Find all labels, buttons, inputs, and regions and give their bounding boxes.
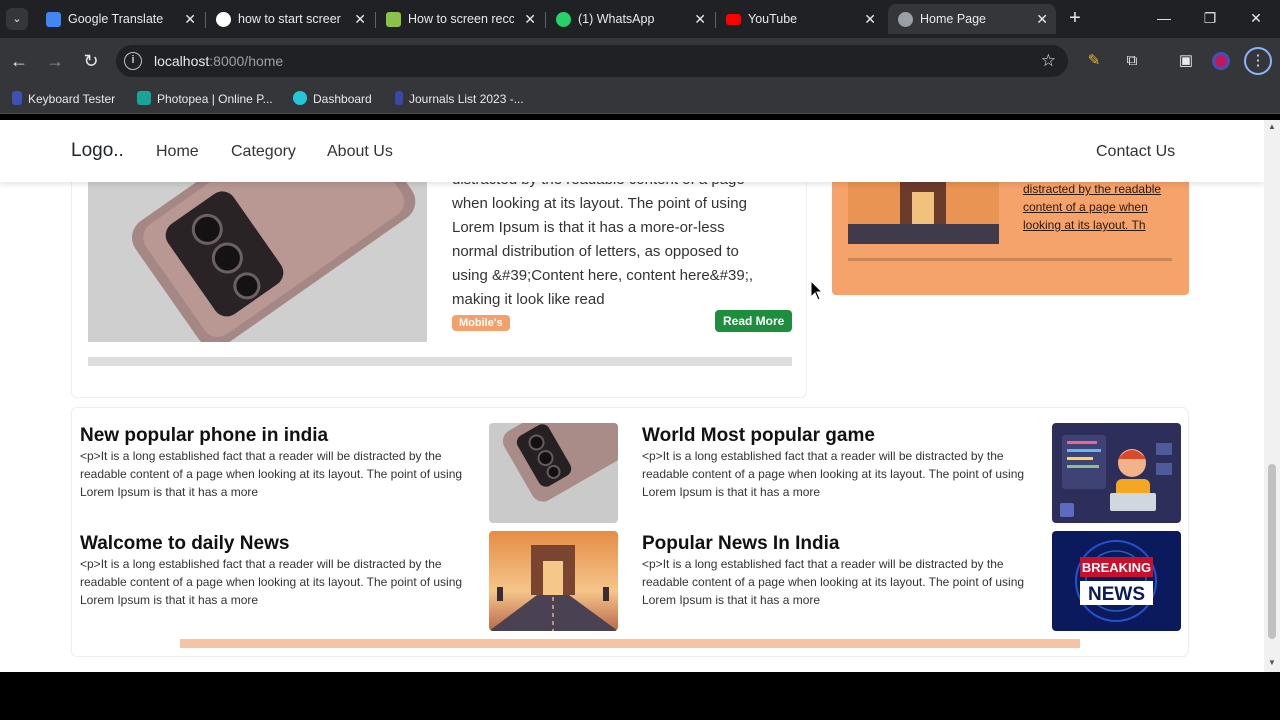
bookmark-icon <box>12 91 22 105</box>
menu-kebab-icon[interactable]: ⋮ <box>1244 47 1272 75</box>
news-excerpt: <p>It is a long established fact that a … <box>80 449 463 499</box>
close-tab-icon[interactable]: ✕ <box>694 4 706 34</box>
phone-image <box>88 180 427 342</box>
bookmark-star-icon[interactable]: ☆ <box>1041 49 1056 73</box>
restore-button[interactable]: ❐ <box>1196 6 1224 30</box>
tab-search-button[interactable]: ⌄ <box>6 8 28 30</box>
tab-youtube[interactable]: YouTube ✕ <box>716 4 884 34</box>
whatsapp-icon <box>556 12 571 27</box>
site-navbar: Logo.. Home Category About Us Contact Us <box>0 120 1264 182</box>
bookmark-icon <box>395 91 403 105</box>
url-text[interactable]: localhost:8000/home <box>154 45 283 77</box>
breaking-news-thumbnail[interactable]: BREAKING NEWS <box>1052 531 1181 631</box>
breaking-label: BREAKING <box>1082 560 1151 575</box>
address-bar[interactable]: i localhost:8000/home ☆ <box>116 45 1068 77</box>
close-tab-icon[interactable]: ✕ <box>354 4 366 34</box>
news-title[interactable]: New popular phone in india <box>80 425 328 447</box>
nav-category[interactable]: Category <box>231 143 296 161</box>
news-title[interactable]: World Most popular game <box>642 425 875 447</box>
india-gate-thumbnail <box>848 178 999 244</box>
bookmark-keyboard-tester[interactable]: Keyboard Tester <box>12 90 115 108</box>
bookmark-photopea[interactable]: Photopea | Online P... <box>137 90 273 108</box>
reload-button[interactable]: ↻ <box>79 49 103 73</box>
category-tag[interactable]: Mobile's <box>452 315 510 331</box>
tab-how-to-start[interactable]: how to start screer ✕ <box>206 4 374 34</box>
page-viewport: Logo.. Home Category About Us Contact Us… <box>0 120 1264 672</box>
close-tab-icon[interactable]: ✕ <box>184 4 196 34</box>
scroll-up-arrow[interactable]: ▲ <box>1264 122 1280 131</box>
nav-contact-us[interactable]: Contact Us <box>1096 143 1175 161</box>
bookmark-dashboard[interactable]: Dashboard <box>293 90 372 108</box>
news-excerpt: <p>It is a long established fact that a … <box>642 449 1025 499</box>
new-tab-button[interactable]: + <box>1066 6 1084 30</box>
close-window-button[interactable]: ✕ <box>1242 6 1270 30</box>
tab-how-to-screen-record[interactable]: How to screen recc ✕ <box>376 4 544 34</box>
close-tab-icon[interactable]: ✕ <box>524 4 536 34</box>
globe-icon <box>898 12 913 27</box>
profile-avatar[interactable] <box>1209 49 1233 73</box>
horizontal-scrollbar[interactable] <box>88 357 792 366</box>
developer-thumbnail[interactable] <box>1052 423 1181 523</box>
side-divider <box>848 258 1172 261</box>
site-logo[interactable]: Logo.. <box>71 140 124 162</box>
browser-toolbar: ← → ↻ i localhost:8000/home ☆ ✎ ⧉ ▣ ⋮ <box>0 38 1280 84</box>
site-info-icon[interactable]: i <box>124 52 142 70</box>
featured-excerpt: distracted by the readable content of a … <box>452 171 754 308</box>
puzzle-extensions-icon[interactable]: ⧉ <box>1120 49 1144 73</box>
close-tab-icon[interactable]: ✕ <box>1036 4 1048 34</box>
bookmark-icon <box>137 91 151 105</box>
tab-whatsapp[interactable]: (1) WhatsApp ✕ <box>546 4 714 34</box>
news-title[interactable]: Walcome to daily News <box>80 533 289 555</box>
nav-about-us[interactable]: About Us <box>327 143 393 161</box>
taskbar-area <box>0 672 1280 720</box>
back-button[interactable]: ← <box>7 49 31 73</box>
google-translate-icon <box>46 12 61 27</box>
news-excerpt: <p>It is a long established fact that a … <box>80 557 463 607</box>
side-news-link[interactable]: distracted by the readable content of a … <box>1023 180 1173 234</box>
scrollbar-thumb[interactable] <box>1268 464 1276 639</box>
bookmark-icon <box>293 91 307 105</box>
close-tab-icon[interactable]: ✕ <box>864 4 876 34</box>
nav-home[interactable]: Home <box>156 143 199 161</box>
bookmarks-bar: Keyboard Tester Photopea | Online P... D… <box>0 84 1280 114</box>
scroll-down-arrow[interactable]: ▼ <box>1264 658 1280 667</box>
forward-button[interactable]: → <box>43 49 67 73</box>
india-gate-thumbnail[interactable] <box>489 531 618 631</box>
side-panel-icon[interactable]: ▣ <box>1174 49 1198 73</box>
extension-icon[interactable]: ✎ <box>1082 49 1106 73</box>
phone-thumbnail[interactable] <box>489 423 618 523</box>
news-excerpt: <p>It is a long established fact that a … <box>642 557 1025 607</box>
news-title[interactable]: Popular News In India <box>642 533 839 555</box>
tab-bar: ⌄ Google Translate ✕ how to start screer… <box>0 0 1280 38</box>
vertical-scrollbar[interactable]: ▲ ▼ <box>1264 120 1280 672</box>
google-icon <box>216 12 231 27</box>
bookmark-journals-list[interactable]: Journals List 2023 -... <box>395 90 524 108</box>
news-label: NEWS <box>1088 584 1145 605</box>
site-icon <box>386 12 401 27</box>
minimize-button[interactable]: — <box>1150 6 1178 30</box>
horizontal-scrollbar[interactable] <box>180 639 1080 648</box>
youtube-icon <box>726 14 741 25</box>
read-more-button[interactable]: Read More <box>715 310 793 332</box>
tab-google-translate[interactable]: Google Translate ✕ <box>36 4 204 34</box>
tab-home-page[interactable]: Home Page ✕ <box>888 4 1056 34</box>
